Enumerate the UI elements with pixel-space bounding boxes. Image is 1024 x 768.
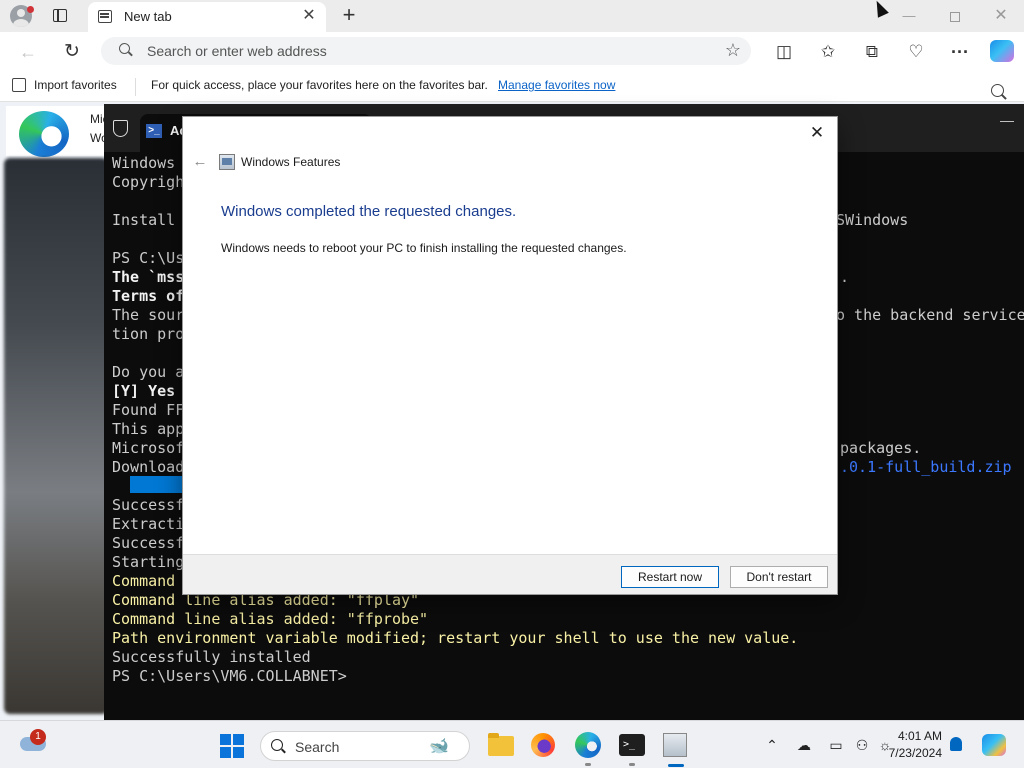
dialog-body-text: Windows needs to reboot your PC to finis…	[221, 241, 627, 255]
tab-actions-icon[interactable]	[50, 6, 70, 26]
start-button[interactable]	[220, 734, 244, 758]
edge-running-indicator	[585, 763, 591, 766]
favorites-separator	[135, 78, 136, 96]
refresh-icon[interactable]: ↻	[60, 40, 84, 64]
import-favorites-button[interactable]: Import favorites	[12, 78, 117, 92]
clock-time: 4:01 AM	[897, 729, 942, 743]
dialog-back-icon[interactable]: ←	[189, 151, 211, 173]
edge-icon[interactable]	[575, 732, 601, 758]
dont-restart-button[interactable]: Don't restart	[730, 566, 828, 588]
terminal-fragment-1: SWindows	[836, 211, 909, 229]
notification-bell-icon[interactable]	[950, 737, 962, 751]
terminal-fragment-5: .0.1-full_build.zip	[840, 458, 1012, 476]
taskbar: 1 Search 🐋 >_ ⌃ ☁ ▭ ⚇ ☼ 4:01 AM 7/23/202…	[0, 720, 1024, 768]
page-search-icon[interactable]	[990, 83, 1008, 101]
browser-toolbar: ← ↻ ☆ ◫ ✩ ⧉ ♡ ···	[0, 32, 1024, 70]
download-progress-bar	[130, 476, 190, 493]
file-explorer-icon[interactable]	[487, 731, 515, 759]
search-icon	[119, 43, 133, 57]
new-tab-favicon-icon	[98, 10, 112, 23]
taskbar-search-label: Search	[295, 739, 340, 755]
admin-shield-icon	[113, 120, 128, 137]
profile-notification-dot	[27, 6, 34, 13]
browser-tab-strip: New tab ✕ + — ✕	[0, 0, 1024, 32]
tab-new-tab[interactable]: New tab ✕	[88, 2, 326, 32]
more-icon[interactable]: ···	[948, 40, 972, 64]
add-favorite-star-icon[interactable]: ☆	[725, 40, 741, 61]
performance-icon[interactable]: ♡	[904, 40, 928, 64]
split-screen-icon[interactable]: ◫	[772, 40, 796, 64]
taskbar-search-box[interactable]: Search 🐋	[260, 731, 470, 761]
address-input[interactable]	[147, 37, 707, 65]
windows-features-taskbar-icon[interactable]	[663, 733, 687, 757]
window-maximize-button[interactable]	[932, 0, 978, 32]
dialog-heading: Windows completed the requested changes.	[221, 203, 517, 220]
tab-close-button[interactable]: ✕	[300, 7, 318, 25]
cloud-offline-icon[interactable]: ☁	[794, 735, 814, 755]
import-icon	[12, 78, 26, 92]
terminal-line: Successfully installed	[112, 648, 311, 666]
import-favorites-label: Import favorites	[34, 78, 117, 92]
clock[interactable]: 4:01 AM 7/23/2024	[882, 728, 942, 762]
background-image	[4, 158, 108, 714]
chevron-up-icon[interactable]: ⌃	[762, 735, 782, 755]
firefox-icon[interactable]	[531, 733, 555, 757]
back-icon[interactable]: ←	[16, 40, 40, 64]
tab-title: New tab	[124, 9, 172, 24]
display-icon[interactable]: ▭	[826, 735, 846, 755]
window-close-button[interactable]: ✕	[978, 0, 1024, 32]
window-minimize-button[interactable]: —	[886, 0, 932, 32]
terminal-fragment-3: o the backend service	[836, 306, 1024, 324]
accessibility-icon[interactable]: ⚇	[852, 735, 872, 755]
powershell-icon: >_	[146, 124, 162, 138]
edge-logo-icon	[19, 111, 69, 157]
manage-favorites-link[interactable]: Manage favorites now	[498, 78, 615, 92]
search-highlight-icon: 🐋	[429, 738, 449, 755]
dialog-footer: Restart now Don't restart	[183, 554, 837, 594]
windows-features-icon	[219, 154, 235, 170]
copilot-taskbar-icon[interactable]	[982, 734, 1006, 756]
notification-badge: 1	[30, 729, 46, 745]
dialog-close-button[interactable]: ✕	[803, 121, 831, 145]
favorites-message: For quick access, place your favorites h…	[151, 78, 488, 92]
terminal-line: Command line alias added: "ffprobe"	[112, 610, 429, 628]
taskbar-search-icon	[271, 739, 286, 754]
restart-now-button[interactable]: Restart now	[621, 566, 719, 588]
new-tab-button[interactable]: +	[338, 3, 360, 27]
clock-date: 7/23/2024	[888, 746, 942, 760]
terminal-fragment-4: packages.	[840, 439, 922, 457]
terminal-fragment-2: .	[840, 268, 850, 286]
active-app-indicator	[668, 764, 684, 767]
dialog-app-title: Windows Features	[241, 155, 341, 169]
favorites-icon[interactable]: ✩	[816, 40, 840, 64]
terminal-running-indicator	[629, 763, 635, 766]
copilot-icon[interactable]	[990, 40, 1014, 62]
terminal-minimize-button[interactable]: —	[1000, 112, 1014, 128]
terminal-line: Path environment variable modified; rest…	[112, 629, 799, 647]
terminal-icon[interactable]: >_	[619, 734, 645, 756]
collections-icon[interactable]: ⧉	[860, 40, 884, 64]
terminal-line: PS C:\Users\VM6.COLLABNET>	[112, 667, 347, 685]
favorites-bar: Import favorites For quick access, place…	[0, 70, 1024, 102]
windows-features-dialog: ✕ ← Windows Features Windows completed t…	[182, 116, 838, 595]
address-bar[interactable]: ☆	[101, 37, 751, 65]
